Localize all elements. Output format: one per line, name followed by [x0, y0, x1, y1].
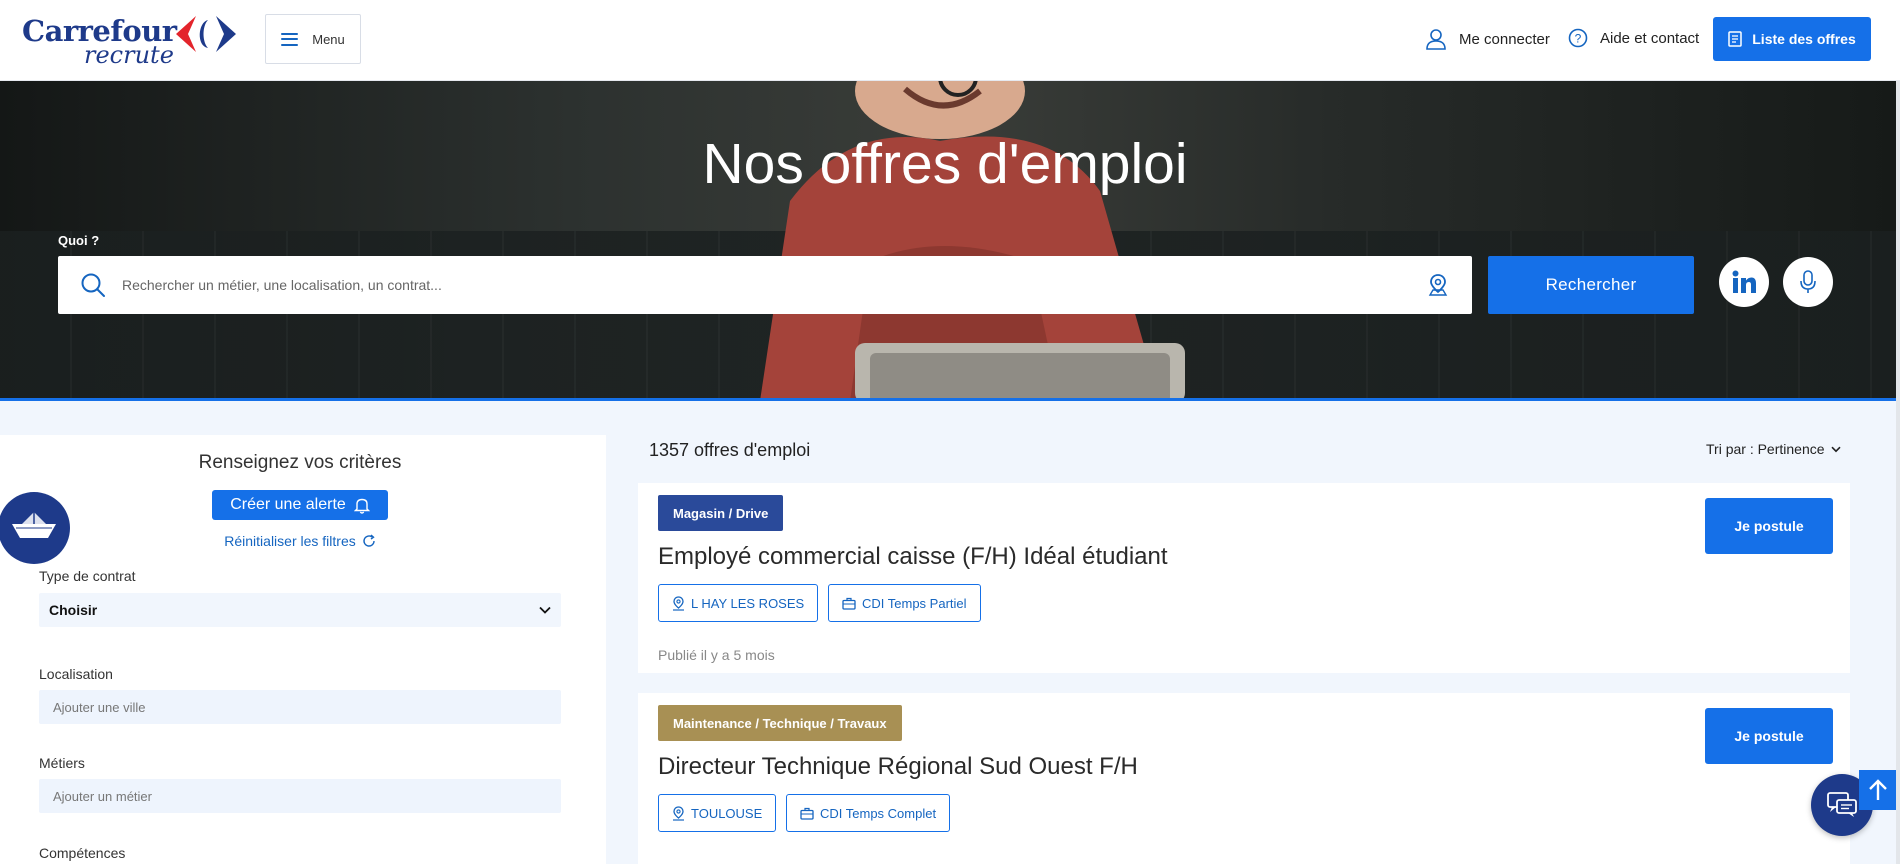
back-to-top-button[interactable]	[1859, 770, 1897, 810]
help-icon: ?	[1568, 28, 1588, 48]
bell-icon	[353, 498, 370, 514]
search-input[interactable]	[122, 257, 1426, 313]
job-contract-label: CDI Temps Partiel	[862, 595, 967, 611]
page-scrollbar[interactable]	[1896, 81, 1900, 864]
filters-sidebar: Renseignez vos critères Créer une alerte…	[0, 435, 606, 864]
voice-search-button[interactable]	[1783, 257, 1833, 307]
chat-icon	[1827, 792, 1857, 817]
results-count: 1357 offres d'emploi	[649, 440, 811, 460]
apply-button[interactable]: Je postule	[1705, 708, 1833, 764]
search-button[interactable]: Rechercher	[1488, 256, 1694, 314]
hero-banner: Nos offres d'emploi Quoi ? Rechercher	[0, 81, 1900, 401]
search-bar	[58, 256, 1472, 314]
menu-label: Menu	[312, 31, 345, 47]
sort-label: Tri par : Pertinence	[1706, 441, 1825, 457]
carrefour-logo-icon	[176, 16, 236, 52]
reset-filters-link[interactable]: Réinitialiser les filtres	[0, 533, 600, 549]
arrow-up-icon	[1869, 779, 1887, 800]
job-location-label: TOULOUSE	[691, 805, 763, 821]
job-location-chip[interactable]: TOULOUSE	[658, 794, 777, 832]
contract-type-select[interactable]: Choisir	[39, 593, 561, 627]
refresh-icon	[363, 534, 375, 547]
contract-type-value: Choisir	[49, 602, 98, 618]
user-icon	[1426, 29, 1446, 50]
job-contract-label: CDI Temps Complet	[820, 805, 937, 821]
hero-person-illustration	[760, 81, 1185, 398]
create-alert-label: Créer une alerte	[230, 496, 346, 513]
site-header: Carrefour recrute Menu Me connecter ? Ai…	[0, 0, 1900, 81]
job-title-link[interactable]: Directeur Technique Régional Sud Ouest F…	[658, 753, 1138, 781]
help-contact-label: Aide et contact	[1600, 29, 1700, 47]
chevron-down-icon	[1830, 446, 1841, 452]
job-contract-chip[interactable]: CDI Temps Partiel	[828, 584, 981, 622]
reset-filters-label: Réinitialiser les filtres	[224, 533, 356, 549]
create-alert-button[interactable]: Créer une alerte	[212, 490, 388, 520]
login-label: Me connecter	[1459, 30, 1550, 48]
location-pin-icon	[673, 805, 684, 821]
job-category-tag: Magasin / Drive	[658, 495, 784, 531]
filters-title: Renseignez vos critères	[198, 452, 402, 473]
location-label: Localisation	[39, 666, 113, 682]
sort-dropdown[interactable]: Tri par : Pertinence	[1706, 441, 1841, 457]
contract-type-label: Type de contrat	[39, 568, 136, 584]
carrefour-recrute-logo[interactable]: Carrefour recrute	[22, 14, 238, 69]
search-label: Quoi ?	[58, 233, 100, 248]
job-published-date: Publié il y a 5 mois	[658, 647, 775, 663]
location-input[interactable]	[39, 690, 561, 724]
job-title-link[interactable]: Employé commercial caisse (F/H) Idéal ét…	[658, 543, 1168, 571]
job-card: Magasin / Drive Employé commercial caiss…	[638, 483, 1850, 673]
login-link[interactable]: Me connecter	[1425, 28, 1550, 50]
logo-text-subtitle: recrute	[84, 41, 174, 69]
help-contact-link[interactable]: ? Aide et contact	[1568, 28, 1699, 48]
microphone-icon	[1800, 270, 1816, 293]
skills-label: Compétences	[39, 845, 126, 861]
linkedin-button[interactable]	[1719, 257, 1769, 307]
briefcase-icon	[842, 597, 856, 610]
menu-button[interactable]: Menu	[265, 14, 361, 64]
menu-icon	[281, 32, 299, 46]
search-icon	[81, 273, 105, 297]
job-location-label: L HAY LES ROSES	[691, 595, 805, 611]
geo-location-icon[interactable]	[1426, 273, 1450, 297]
linkedin-icon	[1732, 270, 1756, 293]
jobs-label: Métiers	[39, 755, 85, 771]
job-list-label: Liste des offres	[1752, 31, 1856, 47]
svg-text:?: ?	[1575, 32, 1582, 46]
page-title: Nos offres d'emploi	[702, 132, 1188, 196]
briefcase-icon	[800, 807, 814, 820]
location-pin-icon	[673, 595, 684, 611]
job-card: Maintenance / Technique / Travaux Direct…	[638, 693, 1850, 864]
list-icon	[1728, 31, 1742, 47]
chevron-down-icon	[539, 606, 551, 614]
job-location-chip[interactable]: L HAY LES ROSES	[658, 584, 819, 622]
job-contract-chip[interactable]: CDI Temps Complet	[786, 794, 951, 832]
job-list-button[interactable]: Liste des offres	[1713, 17, 1871, 61]
jobs-input[interactable]	[39, 779, 561, 813]
apply-button[interactable]: Je postule	[1705, 498, 1833, 554]
job-category-tag: Maintenance / Technique / Travaux	[658, 705, 902, 741]
accessibility-widget-button[interactable]	[0, 492, 70, 564]
boat-icon	[12, 512, 56, 538]
